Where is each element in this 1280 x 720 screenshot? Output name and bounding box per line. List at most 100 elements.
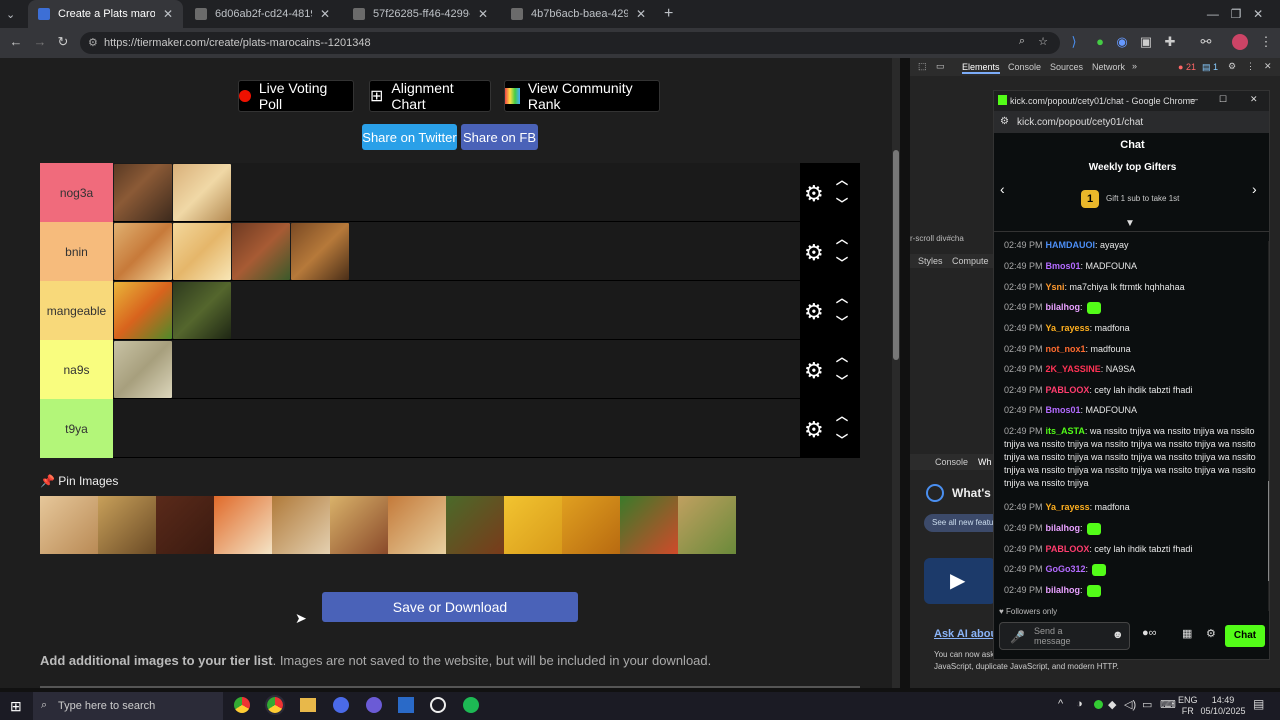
emote-icon[interactable] [1092,563,1107,576]
view-community-rank-button[interactable]: View Community Rank [504,80,660,112]
volume-icon[interactable]: ◁) [1124,698,1136,711]
tier-label[interactable]: bnin [40,222,113,281]
pin-image[interactable] [156,496,214,554]
language-indicator[interactable]: ENG FR [1178,695,1198,717]
message-username[interactable]: not_nox1 [1046,344,1086,354]
warning-count[interactable]: ▤ 1 [1202,62,1218,73]
chevron-down-icon[interactable]: ﹀ [836,313,848,330]
close-icon[interactable]: ✕ [320,7,330,21]
extension-icon[interactable]: ▣ [1138,34,1154,50]
tier-item-image[interactable] [232,223,290,280]
close-icon[interactable]: ✕ [478,7,488,21]
emote-icon[interactable] [1086,584,1101,597]
file-explorer-icon[interactable] [300,698,316,712]
message-username[interactable]: Ya_rayess [1046,323,1090,333]
tier-item-image[interactable] [114,164,172,221]
device-icon[interactable]: ▭ [936,61,945,72]
tier-label[interactable]: mangeable [40,281,113,340]
message-username[interactable]: GoGo312 [1046,564,1086,574]
inspect-icon[interactable]: ⬚ [918,61,927,72]
emote-icon[interactable] [1086,522,1101,535]
tray-icon[interactable]: ◆ [1108,698,1116,711]
tab-whats-new[interactable]: Wh [978,457,992,467]
windows-start-icon[interactable]: ⊞ [10,698,22,715]
message-username[interactable]: Ya_rayess [1046,502,1090,512]
chevron-up-icon[interactable]: ︿ [836,230,848,247]
chevron-up-icon[interactable]: ︿ [836,289,848,306]
gear-icon[interactable]: ⚙ [804,358,824,384]
share-fb-button[interactable]: Share on FB [461,124,538,150]
reload-icon[interactable]: ↻ [55,34,71,50]
collapse-icon[interactable]: ▼ [1125,218,1135,229]
message-input[interactable]: 🎤 Send a message ☻ [999,622,1130,650]
gear-icon[interactable]: ⚙ [804,181,824,207]
message-username[interactable]: PABLOOX [1046,544,1090,554]
menu-icon[interactable]: ⋮ [1246,61,1255,72]
pin-image[interactable] [678,496,736,554]
tab-console[interactable]: Console [1008,62,1041,72]
message-username[interactable]: bilalhog [1046,585,1081,595]
site-info-icon[interactable]: ⚙ [88,36,98,49]
message-username[interactable]: 2K_YASSINE [1046,364,1101,374]
chevron-down-icon[interactable]: ﹀ [836,254,848,271]
tray-icon[interactable]: ◑ [1076,698,1083,710]
chevron-up-icon[interactable]: ︿ [836,407,848,424]
spotify-icon[interactable] [463,697,479,713]
message-username[interactable]: bilalhog [1046,523,1081,533]
chevron-up-icon[interactable]: ︿ [836,348,848,365]
tab-network[interactable]: Network [1092,62,1125,72]
app-icon[interactable] [398,697,414,713]
message-username[interactable]: PABLOOX [1046,385,1090,395]
extension-icon[interactable]: ⚯ [1198,34,1214,50]
settings-icon[interactable]: ⚙ [1206,627,1216,640]
pin-image[interactable] [620,496,678,554]
chevron-down-icon[interactable]: ﹀ [836,431,848,448]
forward-icon[interactable]: → [32,34,48,50]
back-icon[interactable]: ← [8,34,24,50]
close-icon[interactable]: ✕ [163,7,173,21]
menu-icon[interactable]: ⋮ [1258,34,1274,50]
pin-images-toggle[interactable]: 📌 Pin Images [40,474,118,488]
pin-image[interactable] [330,496,388,554]
pin-image[interactable] [272,496,330,554]
tab-elements[interactable]: Elements [962,62,1000,74]
tier-label[interactable]: na9s [40,340,113,399]
share-twitter-button[interactable]: Share on Twitter [362,124,457,150]
chevron-right-icon[interactable]: › [1252,181,1257,197]
chrome-app-icon[interactable] [265,695,285,715]
chevron-left-icon[interactable]: ‹ [1000,181,1005,197]
ask-ai-link[interactable]: Ask AI about [934,628,1001,640]
pin-image[interactable] [504,496,562,554]
gear-icon[interactable]: ⚙ [804,299,824,325]
scrollbar-thumb[interactable] [893,150,899,360]
address-bar[interactable]: ⚙ https://tiermaker.com/create/plats-mar… [80,32,1060,54]
settings-icon[interactable]: ⚙ [1228,61,1236,72]
chevron-down-icon[interactable]: ﹀ [836,372,848,389]
tier-item-image[interactable] [291,223,349,280]
chevron-up-icon[interactable]: ︿ [836,171,848,188]
message-username[interactable]: Bmos01 [1046,405,1081,415]
message-username[interactable]: HAMDAUOI [1046,240,1096,250]
points-icon[interactable]: ●∞ [1142,627,1157,639]
alignment-chart-button[interactable]: ⊞ Alignment Chart [369,80,491,112]
tab-3[interactable]: 57f26285-ff46-4299-846b-b8e...✕ [343,0,498,28]
tier-item-image[interactable] [173,223,231,280]
live-voting-poll-button[interactable]: Live Voting Poll [238,80,354,112]
close-icon[interactable]: ✕ [1250,94,1258,105]
tier-item-image[interactable] [114,341,172,398]
mic-icon[interactable]: 🎤 [1010,630,1025,644]
pin-image[interactable] [562,496,620,554]
pin-image[interactable] [40,496,98,554]
tier-label[interactable]: t9ya [40,399,113,458]
close-icon[interactable]: ✕ [636,7,646,21]
save-download-button[interactable]: Save or Download [322,592,578,622]
chat-scrollbar[interactable] [1268,241,1269,611]
avatar[interactable] [1232,34,1248,50]
tab-sources[interactable]: Sources [1050,62,1083,72]
send-chat-button[interactable]: Chat [1225,625,1265,647]
tab-tiermaker[interactable]: Create a Plats marocains Tier Li...✕ [28,0,183,28]
restore-icon[interactable]: ☐ [1219,94,1227,105]
pin-image[interactable] [388,496,446,554]
tab-list-button[interactable]: ⌄ [2,0,22,28]
emoji-icon[interactable]: ☻ [1112,629,1124,641]
